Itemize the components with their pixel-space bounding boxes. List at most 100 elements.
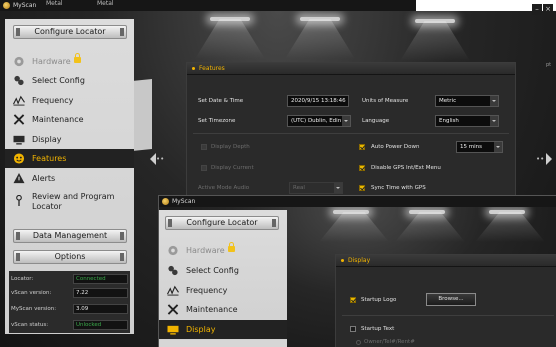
set-date-time-label: Set Date & Time [198, 98, 244, 104]
light-beam [400, 21, 470, 61]
menu-item-hardware[interactable]: Hardware [159, 241, 287, 260]
active-mode-audio-select[interactable]: Real [289, 182, 343, 194]
display-icon [167, 325, 179, 335]
disable-gps-label: Disable GPS Int/Ext Menu [371, 165, 441, 171]
status-row-vscan-status: vScan status: Unlocked [11, 319, 128, 331]
vscan-status-value: Unlocked [73, 320, 128, 330]
frequency-icon [167, 285, 179, 296]
menu-label-display: Display [32, 135, 62, 144]
menu-label-maintenance: Maintenance [186, 305, 238, 314]
front-side-menu: Configure Locator Hardware Select Config… [159, 210, 287, 347]
display-depth-checkbox[interactable] [201, 144, 207, 150]
menu-label-alerts: Alerts [32, 174, 56, 183]
features-panel: Features Set Date & Time 2020/9/15 13:18… [186, 62, 516, 202]
configure-locator-header[interactable]: Configure Locator [13, 25, 127, 39]
chevron-down-icon [490, 96, 498, 106]
frequency-icon [13, 95, 25, 106]
bg-partial-letters: pt [546, 62, 552, 68]
disable-gps-checkbox[interactable] [359, 165, 365, 171]
startup-text-checkbox[interactable] [350, 326, 356, 332]
owner-radio-label: Owner/Tel#/Rent# [364, 339, 415, 345]
auto-power-down-checkbox[interactable] [359, 144, 365, 150]
menu-item-features[interactable]: Features [5, 149, 134, 168]
startup-logo-checkbox[interactable] [350, 297, 356, 303]
myscan-app-icon [3, 2, 10, 9]
set-timezone-label: Set Timezone [198, 118, 236, 124]
features-divider [193, 133, 509, 134]
set-timezone-select[interactable]: (UTC) Dublin, Edin [287, 115, 351, 127]
next-page-arrow[interactable] [546, 153, 556, 165]
menu-item-select-config[interactable]: Select Config [159, 261, 287, 280]
menu-item-display[interactable]: Display [5, 130, 134, 149]
minimize-button[interactable]: – [532, 4, 542, 15]
browse-button[interactable]: Browse... [426, 293, 476, 306]
options-header[interactable]: Options [13, 250, 127, 264]
vscan-version-value: 7.22 [73, 288, 128, 298]
lock-icon [227, 242, 235, 252]
menu-label-frequency: Frequency [186, 286, 228, 295]
chevron-down-icon [342, 116, 350, 126]
maintenance-icon [13, 114, 25, 125]
maintenance-icon [167, 304, 179, 315]
front-title-bar: MyScan [159, 196, 556, 207]
menu-item-maintenance[interactable]: Maintenance [159, 300, 287, 319]
menu-item-alerts[interactable]: Alerts [5, 169, 134, 188]
sync-time-gps-label: Sync Time with GPS [371, 185, 426, 191]
display-icon [13, 135, 25, 145]
chevron-down-icon [490, 116, 498, 126]
units-of-measure-select[interactable]: Metric [435, 95, 499, 107]
menu-label-features: Features [32, 154, 67, 163]
back-top-label: Metal [97, 0, 114, 7]
hardware-icon [168, 245, 178, 256]
auto-power-down-label: Auto Power Down [371, 144, 420, 150]
display-current-checkbox[interactable] [201, 165, 207, 171]
myscan-version-value: 3.09 [73, 304, 128, 314]
hardware-icon [14, 56, 24, 67]
menu-label-select-config: Select Config [186, 266, 239, 275]
menu-item-hardware[interactable]: Hardware [5, 52, 134, 71]
menu-label-select-config: Select Config [32, 76, 85, 85]
next-page-dots: •• [536, 155, 545, 163]
menu-item-maintenance[interactable]: Maintenance [5, 110, 134, 129]
owner-radio[interactable] [356, 340, 361, 345]
menu-item-frequency[interactable]: Frequency [5, 91, 134, 110]
close-button[interactable]: × [543, 4, 553, 15]
display-current-label: Display Current [211, 165, 254, 171]
back-window-title: MyScan [13, 2, 37, 9]
prev-page-arrow[interactable] [144, 153, 156, 165]
set-date-time-field[interactable]: 2020/9/15 13:18:46 [287, 95, 349, 107]
menu-item-review-program[interactable]: Review and Program Locator [5, 189, 134, 215]
display-panel-title: Display [336, 255, 556, 267]
review-icon [16, 195, 22, 206]
menu-item-display[interactable]: Display [159, 320, 287, 339]
configure-locator-header[interactable]: Configure Locator [165, 216, 279, 230]
status-row-locator: Locator: Connected [11, 273, 128, 285]
select-config-icon [168, 265, 178, 276]
back-side-menu: Configure Locator Hardware Select Config… [5, 19, 134, 334]
menu-item-partial [159, 340, 287, 347]
display-divider [342, 315, 554, 316]
startup-text-label: Startup Text [361, 326, 395, 332]
lock-icon [73, 53, 81, 63]
startup-logo-label: Startup Logo [361, 297, 397, 303]
light-beam [319, 212, 389, 242]
data-management-header[interactable]: Data Management [13, 229, 127, 243]
status-box: Locator: Connected vScan version: 7.22 MyS… [9, 271, 130, 333]
auto-power-down-select[interactable]: 15 mins [456, 141, 503, 153]
sync-time-gps-checkbox[interactable] [359, 185, 365, 191]
menu-item-select-config[interactable]: Select Config [5, 71, 134, 90]
status-row-myscan-version: MyScan version: 3.09 [11, 303, 128, 315]
display-depth-label: Display Depth [211, 144, 250, 150]
menu-label-hardware: Hardware [32, 57, 71, 66]
alerts-icon [13, 173, 25, 184]
light-beam [285, 19, 355, 59]
chevron-down-icon [494, 142, 502, 152]
bg-placard [132, 78, 152, 152]
menu-label-display: Display [186, 325, 216, 334]
menu-item-frequency[interactable]: Frequency [159, 281, 287, 300]
myscan-app-icon [162, 198, 169, 205]
units-of-measure-label: Units of Measure [362, 98, 409, 104]
front-window-title: MyScan [172, 198, 196, 205]
language-select[interactable]: English [435, 115, 499, 127]
menu-label-hardware: Hardware [186, 246, 225, 255]
